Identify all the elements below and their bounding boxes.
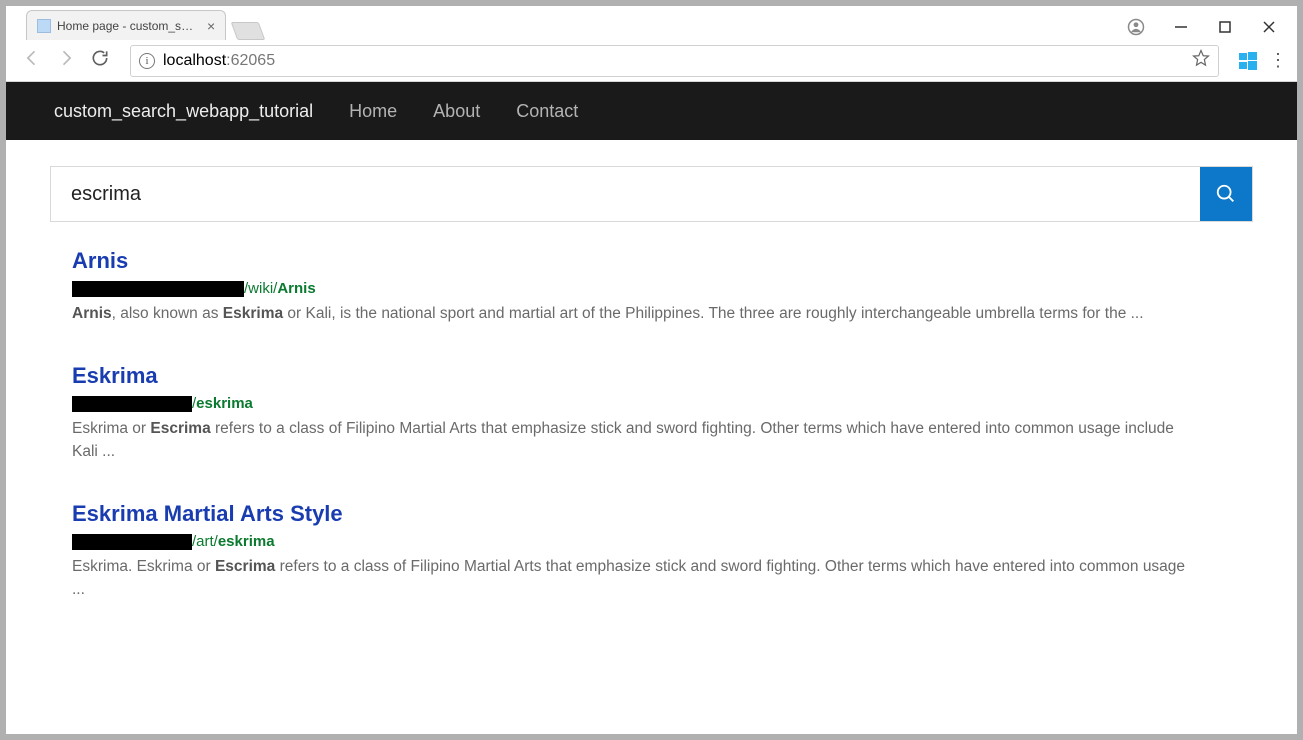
search-icon	[1215, 183, 1237, 205]
url-port: :62065	[226, 52, 275, 70]
new-tab-button[interactable]	[231, 22, 266, 40]
tab-title: Home page - custom_se…	[57, 19, 197, 33]
site-navbar: custom_search_webapp_tutorial Home About…	[6, 82, 1297, 140]
tab-strip: Home page - custom_se… ×	[6, 10, 262, 40]
forward-button[interactable]	[56, 48, 76, 73]
redacted-domain	[72, 396, 192, 412]
redacted-domain	[72, 281, 244, 297]
result-title[interactable]: Eskrima	[72, 363, 1202, 389]
browser-tab[interactable]: Home page - custom_se… ×	[26, 10, 226, 40]
maximize-icon[interactable]	[1217, 19, 1233, 35]
window-controls	[1127, 18, 1297, 40]
site-brand[interactable]: custom_search_webapp_tutorial	[54, 101, 313, 122]
browser-window: Home page - custom_se… ×	[0, 0, 1303, 740]
results-list: Arnis /wiki/Arnis Arnis, also known as E…	[50, 222, 1253, 601]
profile-icon[interactable]	[1127, 18, 1145, 36]
result-snippet: Eskrima or Escrima refers to a class of …	[72, 418, 1202, 463]
search-result: Eskrima Martial Arts Style /art/eskrima …	[72, 501, 1202, 601]
redacted-domain	[72, 534, 192, 550]
nav-link-contact[interactable]: Contact	[516, 101, 578, 122]
site-info-icon[interactable]: i	[139, 53, 155, 69]
result-url[interactable]: /wiki/Arnis	[72, 280, 1202, 297]
back-button[interactable]	[22, 48, 42, 73]
result-snippet: Eskrima. Eskrima or Escrima refers to a …	[72, 556, 1202, 601]
nav-link-home[interactable]: Home	[349, 101, 397, 122]
result-title[interactable]: Arnis	[72, 248, 1202, 274]
url-host: localhost	[163, 52, 226, 70]
search-button[interactable]	[1200, 167, 1252, 221]
toolbar: i localhost:62065 ⋮	[6, 40, 1297, 82]
favicon-icon	[37, 19, 51, 33]
nav-link-about[interactable]: About	[433, 101, 480, 122]
search-result: Eskrima /eskrima Eskrima or Escrima refe…	[72, 363, 1202, 463]
search-input[interactable]	[51, 167, 1200, 221]
close-tab-icon[interactable]: ×	[207, 18, 215, 34]
titlebar: Home page - custom_se… ×	[6, 6, 1297, 40]
address-bar[interactable]: i localhost:62065	[130, 45, 1219, 77]
page-scroll[interactable]: custom_search_webapp_tutorial Home About…	[6, 82, 1297, 734]
windows-flag-icon[interactable]	[1239, 52, 1257, 70]
minimize-icon[interactable]	[1173, 19, 1189, 35]
bookmark-star-icon[interactable]	[1192, 49, 1210, 72]
viewport: custom_search_webapp_tutorial Home About…	[6, 82, 1297, 734]
menu-kebab-icon[interactable]: ⋮	[1269, 50, 1287, 71]
main-content: Arnis /wiki/Arnis Arnis, also known as E…	[6, 140, 1297, 679]
reload-button[interactable]	[90, 48, 110, 73]
result-url[interactable]: /eskrima	[72, 395, 1202, 412]
search-result: Arnis /wiki/Arnis Arnis, also known as E…	[72, 248, 1202, 325]
result-url[interactable]: /art/eskrima	[72, 533, 1202, 550]
result-title[interactable]: Eskrima Martial Arts Style	[72, 501, 1202, 527]
close-window-icon[interactable]	[1261, 19, 1277, 35]
result-snippet: Arnis, also known as Eskrima or Kali, is…	[72, 303, 1202, 325]
search-bar	[50, 166, 1253, 222]
